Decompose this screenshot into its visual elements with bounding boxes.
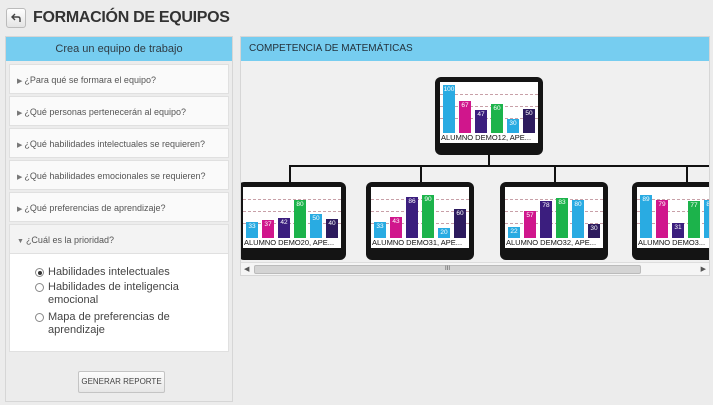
connector-line	[686, 165, 688, 182]
chart-bar: 30	[507, 119, 519, 133]
chart-bar: 100	[443, 85, 455, 133]
student-chart: 100 67 47 60 30 50 ALUMNO DEMO12, APE...	[440, 82, 538, 143]
student-card[interactable]: 33 37 42 80 50 40 ALUMNO DEMO20, APE...	[241, 182, 346, 260]
chart-bar: 90	[422, 195, 434, 238]
chart-bar: 60	[454, 209, 466, 238]
caret-right-icon: ▶	[17, 110, 23, 117]
chart-bar: 86	[406, 197, 418, 238]
radio-icon[interactable]	[35, 313, 44, 322]
caret-down-icon: ▼	[17, 238, 24, 245]
chart-bar: 40	[326, 219, 338, 238]
student-chart: 33 43 86 90 20 60 ALUMNO DEMO31, APE...	[371, 187, 469, 248]
chart-bar: 89	[640, 195, 652, 238]
connector-line	[289, 165, 291, 182]
back-button[interactable]	[6, 8, 26, 28]
student-name: ALUMNO DEMO31, APE...	[371, 238, 469, 248]
chart-bar: 80	[704, 200, 709, 238]
connector-line	[488, 154, 490, 165]
chart-bar: 43	[390, 217, 402, 238]
math-competence-panel: COMPETENCIA DE MATEMÁTICAS 100 67 47 60 30 50…	[240, 36, 710, 276]
chart-gridline	[505, 211, 603, 212]
connector-line	[554, 165, 556, 182]
chart-bar: 47	[475, 110, 487, 133]
radio-option-emotional[interactable]: Habilidades de inteligencia emocional	[18, 281, 228, 307]
student-name: ALUMNO DEMO32, APE...	[505, 238, 603, 248]
accordion-item-priority[interactable]: ▼ ¿Cuál es la prioridad?	[9, 224, 229, 254]
student-chart: 8979 31 7780ALUMNO DEMO3...	[637, 187, 709, 248]
chart-bar: 83	[556, 198, 568, 238]
student-chart: 22 57 78 83 80 30 ALUMNO DEMO32, APE...	[505, 187, 603, 248]
accordion-item-emotional-skills[interactable]: ▶ ¿Qué habilidades emocionales se requier…	[9, 160, 229, 190]
accordion-item-purpose[interactable]: ▶ ¿Para qué se formara el equipo?	[9, 64, 229, 94]
scroll-right-arrow-icon[interactable]: ▶	[701, 265, 706, 273]
caret-right-icon: ▶	[17, 142, 23, 149]
connector-line	[420, 165, 422, 182]
accordion-item-learning-preferences[interactable]: ▶ ¿Qué preferencias de aprendizaje?	[9, 192, 229, 222]
chart-bar: 31	[672, 223, 684, 238]
chart-bar: 80	[294, 200, 306, 238]
chart-bar: 33	[246, 222, 258, 238]
student-card[interactable]: 8979 31 7780ALUMNO DEMO3...	[632, 182, 709, 260]
chart-bar: 50	[523, 109, 535, 133]
student-name: ALUMNO DEMO3...	[637, 238, 709, 248]
chart-gridline	[371, 199, 469, 200]
student-card[interactable]: 33 43 86 90 20 60 ALUMNO DEMO31, APE...	[366, 182, 474, 260]
priority-options: Habilidades intelectuales Habilidades de…	[9, 254, 229, 352]
chart-bar: 77	[688, 201, 700, 238]
page-header: FORMACIÓN DE EQUIPOS	[6, 6, 230, 30]
caret-right-icon: ▶	[17, 206, 23, 213]
chart-bar: 79	[656, 200, 668, 238]
horizontal-scrollbar[interactable]: ◀ III ▶	[241, 262, 709, 275]
chart-bar: 67	[459, 101, 471, 133]
radio-icon[interactable]	[35, 283, 44, 292]
chart-bar: 22	[508, 227, 520, 238]
team-builder-panel: Crea un equipo de trabajo ▶ ¿Para qué se …	[5, 36, 233, 402]
chart-bar: 37	[262, 220, 274, 238]
student-card[interactable]: 100 67 47 60 30 50 ALUMNO DEMO12, APE...	[435, 77, 543, 155]
chart-bar: 50	[310, 214, 322, 238]
chart-bar: 60	[491, 104, 503, 133]
student-name: ALUMNO DEMO20, APE...	[243, 238, 341, 248]
student-chart: 33 37 42 80 50 40 ALUMNO DEMO20, APE...	[243, 187, 341, 248]
accordion-item-members[interactable]: ▶ ¿Qué personas pertenecerán al equipo?	[9, 96, 229, 126]
chart-bar: 78	[540, 201, 552, 238]
chart-gridline	[243, 199, 341, 200]
student-name: ALUMNO DEMO12, APE...	[440, 133, 538, 143]
chart-gridline	[243, 211, 341, 212]
math-competence-title: COMPETENCIA DE MATEMÁTICAS	[241, 37, 709, 61]
back-arrow-icon	[11, 13, 21, 22]
generate-report-button[interactable]: GENERAR REPORTE	[78, 371, 165, 393]
caret-right-icon: ▶	[17, 174, 23, 181]
chart-bar: 33	[374, 222, 386, 238]
chart-bar: 20	[438, 228, 450, 238]
chart-bar: 80	[572, 200, 584, 238]
chart-gridline	[505, 199, 603, 200]
radio-option-learning-map[interactable]: Mapa de preferencias de aprendizaje	[18, 311, 228, 337]
chart-bar: 57	[524, 211, 536, 238]
connector-line	[289, 165, 709, 167]
chart-bar: 30	[588, 224, 600, 238]
page-title: FORMACIÓN DE EQUIPOS	[33, 9, 230, 26]
scroll-left-arrow-icon[interactable]: ◀	[244, 265, 249, 273]
caret-right-icon: ▶	[17, 78, 23, 85]
scrollbar-thumb[interactable]: III	[254, 265, 641, 274]
radio-option-intellectual[interactable]: Habilidades intelectuales	[29, 266, 228, 279]
team-builder-title: Crea un equipo de trabajo	[6, 37, 232, 61]
radio-checked-icon[interactable]	[35, 268, 44, 277]
student-card[interactable]: 22 57 78 83 80 30 ALUMNO DEMO32, APE...	[500, 182, 608, 260]
accordion-item-intellectual-skills[interactable]: ▶ ¿Qué habilidades intelectuales se requi…	[9, 128, 229, 158]
chart-bar: 42	[278, 218, 290, 238]
team-tree: 100 67 47 60 30 50 ALUMNO DEMO12, APE... 33 37 42…	[241, 61, 709, 261]
